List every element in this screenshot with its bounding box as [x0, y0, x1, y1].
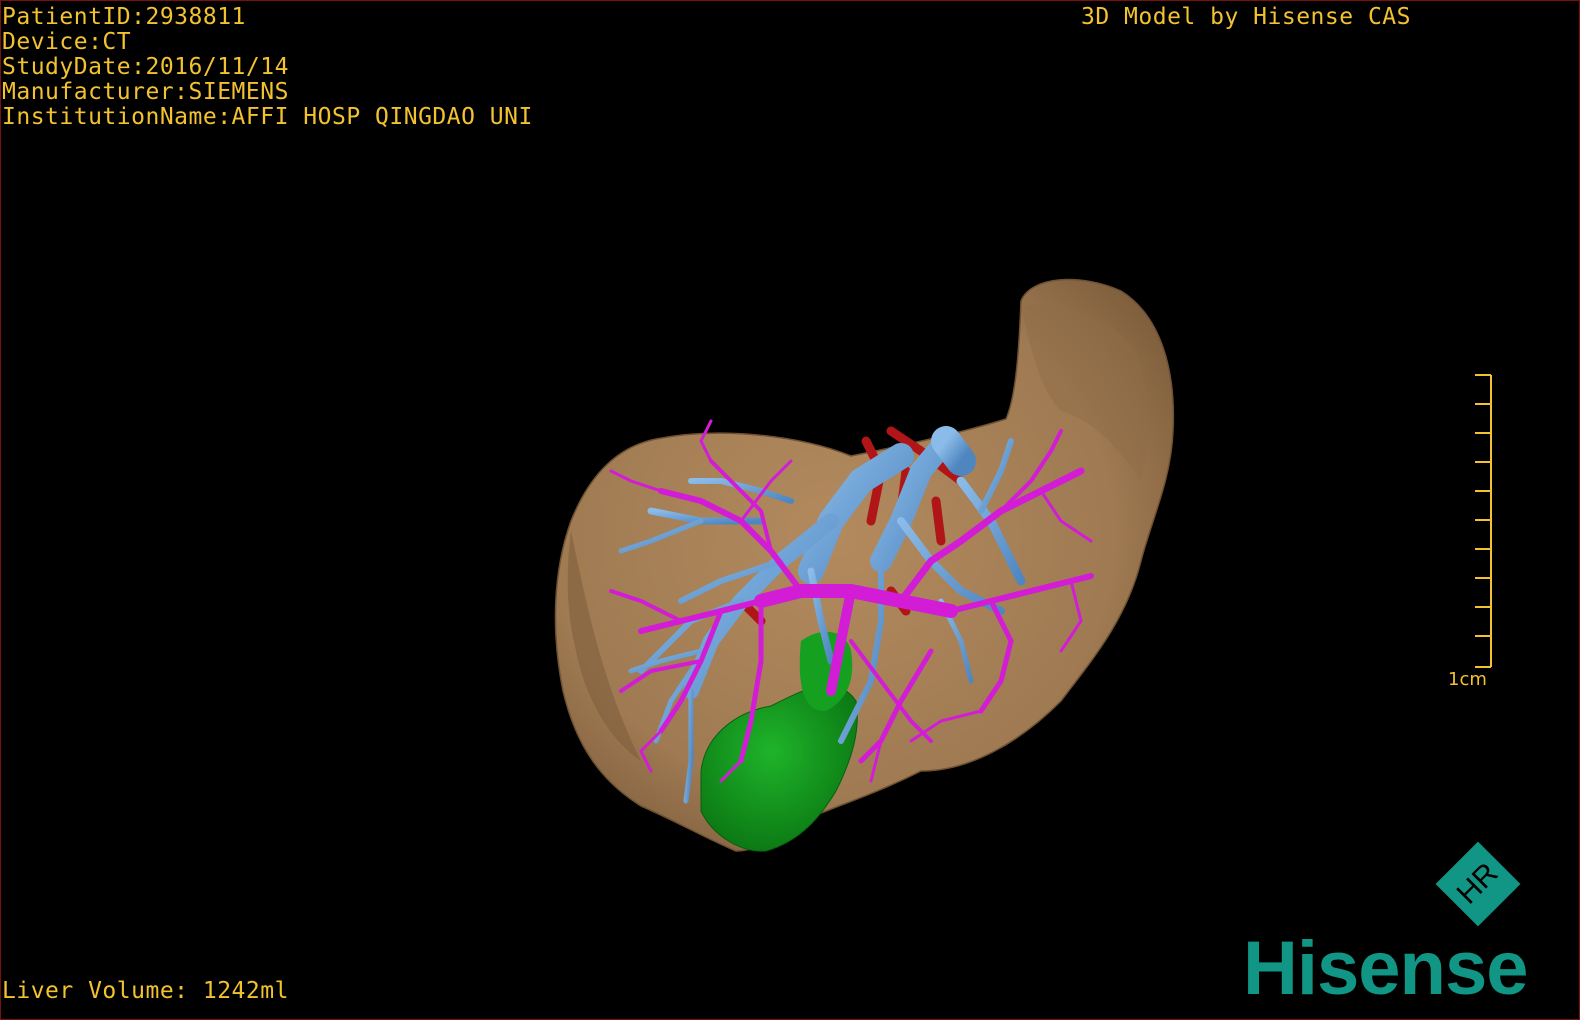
hr-badge-icon: HR: [1435, 841, 1521, 927]
hisense-logo: HR Hisense: [1231, 821, 1576, 1011]
hisense-wordmark: Hisense: [1243, 926, 1528, 1011]
3d-viewport[interactable]: PatientID:2938811 Device:CT StudyDate:20…: [0, 0, 1580, 1020]
scale-bar: [1475, 374, 1492, 668]
scale-label: 1cm: [1448, 669, 1487, 690]
liver-volume-text: Liver Volume: 1242ml: [2, 978, 289, 1004]
